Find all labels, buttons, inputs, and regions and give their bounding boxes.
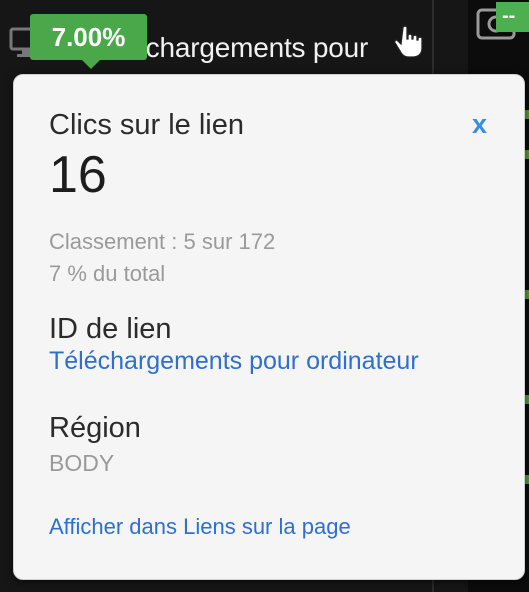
right-badge: -- xyxy=(496,2,529,32)
share-of-total: 7 % du total xyxy=(49,261,166,286)
view-in-page-links-link[interactable]: Afficher dans Liens sur la page xyxy=(49,514,351,540)
link-details-popover: Clics sur le lien x 16 Classement : 5 su… xyxy=(13,74,525,580)
close-button[interactable]: x xyxy=(472,109,487,140)
popover-title: Clics sur le lien xyxy=(49,109,244,141)
percent-badge[interactable]: 7.00% xyxy=(30,14,147,69)
link-id-value[interactable]: Téléchargements pour ordinateur xyxy=(49,347,419,376)
link-id-label: ID de lien xyxy=(49,313,172,345)
rank-text: Classement : 5 sur 172 xyxy=(49,229,276,254)
pointer-hand-icon xyxy=(394,25,423,58)
page: Téléchargements pour -- 7.00% Clics sur … xyxy=(0,0,529,592)
click-count: 16 xyxy=(49,146,107,204)
region-label: Région xyxy=(49,412,141,444)
region-value: BODY xyxy=(49,450,115,476)
